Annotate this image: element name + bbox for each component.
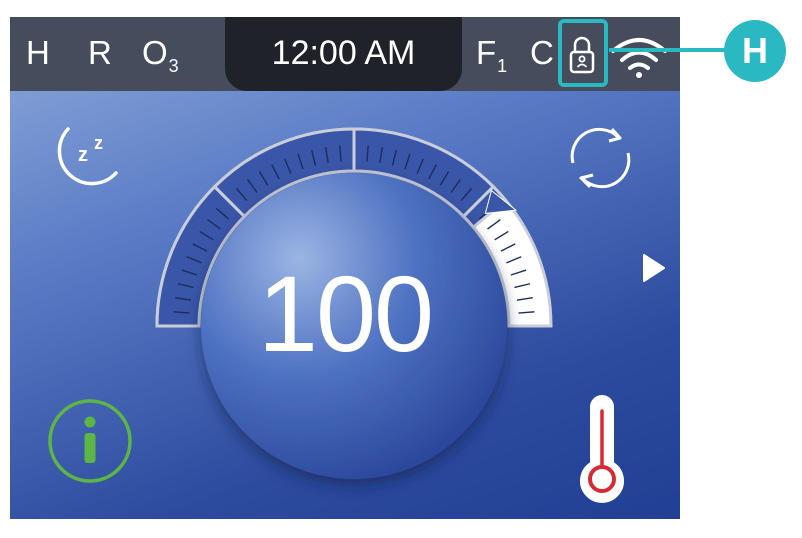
info-icon[interactable] — [46, 397, 134, 485]
callout-badge: H — [724, 20, 786, 82]
lock-highlight-frame — [558, 19, 608, 87]
set-value: 100 — [257, 253, 434, 374]
thermometer-icon[interactable] — [570, 393, 634, 503]
control-panel-screen: H R O3 12:00 AM F1 C z z 100 — [10, 17, 680, 519]
callout-line — [609, 48, 725, 52]
